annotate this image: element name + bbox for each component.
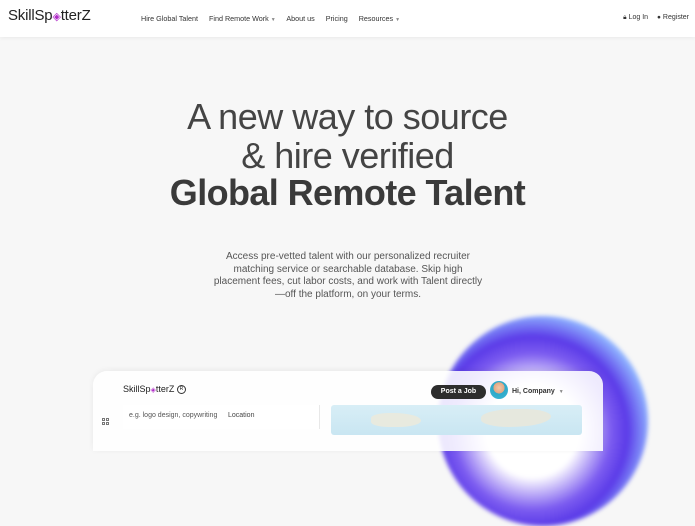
registered-icon: R [176,385,186,394]
keyword-search-input[interactable]: e.g. logo design, copywriting [129,412,217,419]
hero-title-line-2: & hire verified [241,135,454,176]
nav-about-us[interactable]: About us [286,14,314,23]
hero-description: Access pre-vetted talent with our person… [213,251,483,300]
nav-label: Hire Global Talent [141,14,198,23]
post-a-job-button[interactable]: Post a Job [431,385,486,399]
nav-label: Pricing [325,14,348,23]
lock-icon: 🔒︎ [623,14,627,21]
grid-icon[interactable] [102,418,110,426]
avatar[interactable] [490,381,508,399]
nav-pricing[interactable]: Pricing [326,14,348,23]
nav-label: Resources [358,14,394,23]
nav-resources[interactable]: Resources ▼ [359,14,400,23]
location-input[interactable]: Location [228,412,254,419]
location-pin-icon: ◈ [52,11,61,23]
preview-logo-end: tterZ [155,384,175,394]
nav-label: About us [286,14,315,23]
chevron-down-icon: ▼ [395,17,401,23]
preview-logo: SkillSp◈tterZ R [123,384,186,394]
hero-title-line-1: A new way to source [187,96,508,137]
register-link[interactable]: ● Register [657,14,689,21]
auth-links: 🔒︎ Log In ● Register [623,14,689,22]
chevron-down-icon: ▼ [558,389,564,395]
login-label: Log In [628,14,649,21]
register-label: Register [662,14,689,21]
user-circle-icon: ● [656,14,661,21]
company-label: Hi, Company [512,388,555,395]
map-landmass [371,413,421,427]
chevron-down-icon: ▼ [270,17,276,23]
nav-label: Find Remote Work [209,14,269,23]
company-menu[interactable]: Hi, Company ▼ [512,388,564,395]
preview-logo-start: SkillSp [123,384,151,394]
nav-hire-global-talent[interactable]: Hire Global Talent [141,14,198,23]
nav-find-remote-work[interactable]: Find Remote Work ▼ [209,14,276,23]
hero-title-line-3: Global Remote Talent [169,172,526,213]
login-link[interactable]: 🔒︎ Log In [623,14,648,21]
main-nav: Hire Global Talent Find Remote Work ▼ Abo… [141,14,409,23]
map-landmass [481,409,551,427]
logo-text-end: tterZ [60,7,91,24]
site-header: SkillSp◈tterZ Hire Global Talent Find Re… [0,0,695,37]
map-preview[interactable] [331,405,582,435]
site-logo[interactable]: SkillSp◈tterZ [8,7,91,24]
logo-text-start: SkillSp [8,7,53,24]
